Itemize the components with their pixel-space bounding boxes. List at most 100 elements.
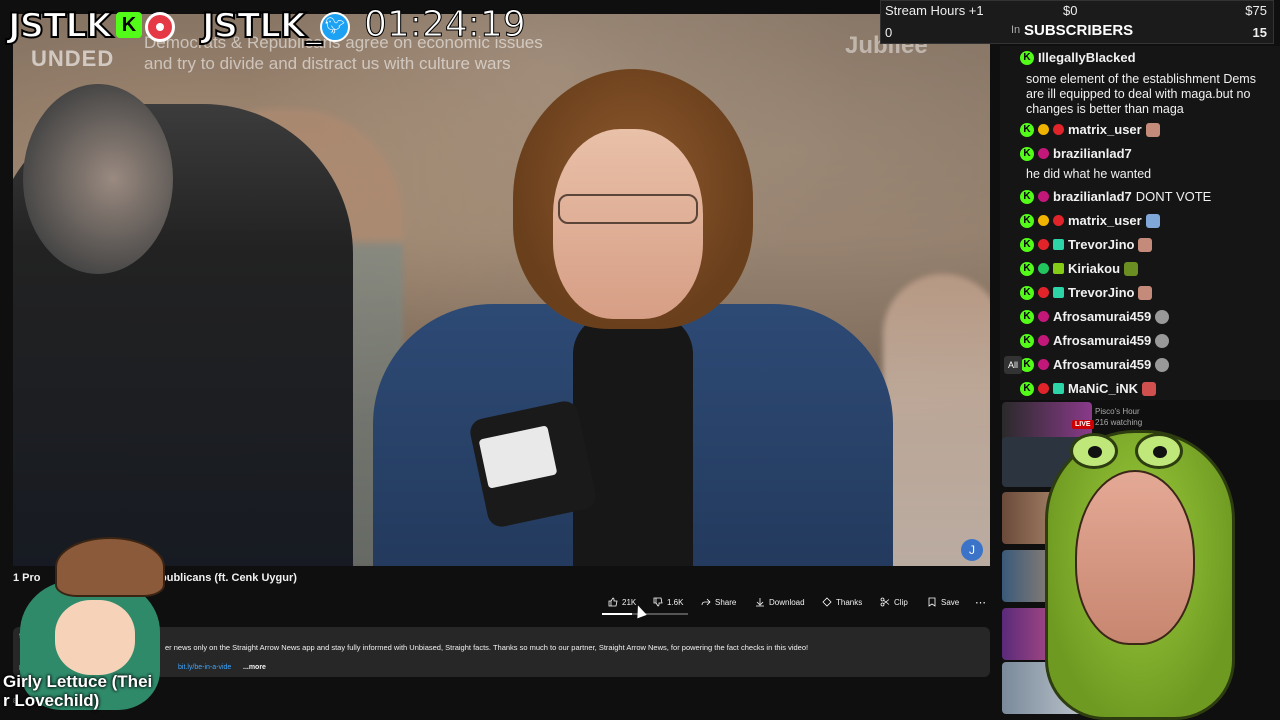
thumbs-down-icon bbox=[653, 597, 663, 607]
kick-badge-icon: K bbox=[1020, 122, 1034, 137]
kermit-right-eye bbox=[1135, 433, 1183, 469]
money-goal: $75 bbox=[1245, 3, 1267, 18]
kick-badge-icon: K bbox=[1020, 189, 1034, 204]
dislike-count: 1.6K bbox=[667, 597, 684, 607]
chat-message: K Afrosamurai459 bbox=[1020, 309, 1170, 324]
gold-badge-icon bbox=[1038, 215, 1049, 226]
video-title-start: 1 Pro bbox=[13, 572, 41, 584]
chat-username[interactable]: TrevorJino bbox=[1068, 285, 1134, 300]
kick-badge-icon: K bbox=[1020, 309, 1034, 324]
in-prefix: In bbox=[1011, 24, 1021, 36]
gold-badge-icon bbox=[1038, 124, 1049, 135]
chat-message: K TrevorJino bbox=[1020, 285, 1153, 300]
thanks-icon bbox=[822, 597, 832, 607]
chat-message: K matrix_user bbox=[1020, 213, 1160, 228]
kick-icon: K bbox=[116, 12, 142, 38]
save-button[interactable]: Save bbox=[927, 593, 959, 611]
kick-badge-icon: K bbox=[1020, 285, 1034, 300]
sidebar-video-meta[interactable]: Pisco's Hour 216 watching bbox=[1095, 406, 1142, 428]
chat-username[interactable]: Afrosamurai459 bbox=[1053, 357, 1151, 372]
chat-message: K Kiriakou bbox=[1020, 261, 1139, 276]
mouse-cursor-icon bbox=[633, 603, 647, 619]
emote-icon bbox=[1124, 261, 1139, 276]
description-text: er news only on the Straight Arrow News … bbox=[165, 643, 809, 652]
red-badge-icon bbox=[1038, 383, 1049, 394]
kermit-left-eye bbox=[1070, 433, 1118, 469]
share-icon bbox=[701, 598, 711, 606]
stream-hours-label: Stream Hours +1 bbox=[885, 3, 984, 18]
video-player[interactable]: UNDED Democrats & Republicans agree on e… bbox=[13, 14, 990, 566]
kick-badge-icon: K bbox=[1020, 213, 1034, 228]
kermit-face bbox=[1075, 470, 1195, 645]
chat-text-line: changes is better than maga bbox=[1026, 102, 1184, 116]
avatar-name-line-2: r Lovechild) bbox=[3, 691, 100, 710]
share-label: Share bbox=[715, 597, 737, 607]
chat-text-line: he did what he wanted bbox=[1026, 167, 1152, 181]
red-badge-icon bbox=[1038, 287, 1049, 298]
sidebar-video-viewers: 216 watching bbox=[1095, 418, 1143, 427]
chat-username[interactable]: IllegallyBlacked bbox=[1038, 50, 1136, 65]
speaker-glasses bbox=[558, 194, 698, 224]
description-link[interactable]: bit.ly/be-in-a-vide bbox=[178, 664, 231, 671]
thanks-button[interactable]: Thanks bbox=[822, 593, 862, 611]
pink-badge-icon bbox=[1038, 359, 1049, 370]
money-current: $0 bbox=[1063, 3, 1078, 18]
kick-badge-icon: K bbox=[1020, 50, 1034, 65]
red-badge-icon bbox=[1053, 124, 1064, 135]
chat-username[interactable]: Afrosamurai459 bbox=[1053, 333, 1151, 348]
sub-badge-icon bbox=[1053, 287, 1064, 298]
emote-icon bbox=[1142, 381, 1157, 396]
description-more-button[interactable]: ...more bbox=[243, 664, 266, 671]
brand-logo-kick: JSTLK bbox=[7, 5, 113, 47]
chat-filter-all-button[interactable]: All bbox=[1004, 356, 1022, 374]
like-count: 21K bbox=[622, 597, 637, 607]
emote-icon bbox=[1155, 309, 1170, 324]
clip-button[interactable]: Clip bbox=[880, 593, 908, 611]
share-button[interactable]: Share bbox=[701, 593, 736, 611]
lettuce-avatar-face bbox=[55, 600, 135, 675]
pink-badge-icon bbox=[1038, 148, 1049, 159]
chat-username[interactable]: TrevorJino bbox=[1068, 237, 1134, 252]
emote-icon bbox=[1145, 122, 1160, 137]
chat-username[interactable]: Afrosamurai459 bbox=[1053, 309, 1151, 324]
emote-icon bbox=[1155, 333, 1170, 348]
record-icon bbox=[145, 12, 175, 42]
chat-message: K matrix_user bbox=[1020, 122, 1160, 137]
emote-icon bbox=[1138, 237, 1153, 252]
download-button[interactable]: Download bbox=[755, 593, 805, 611]
chat-username[interactable]: MaNiC_iNK bbox=[1068, 381, 1138, 396]
kick-badge-icon: K bbox=[1020, 333, 1034, 348]
kick-badge-icon: K bbox=[1020, 237, 1034, 252]
video-channel-watermark: UNDED bbox=[31, 46, 115, 71]
clip-label: Clip bbox=[894, 597, 908, 607]
speaker-face bbox=[553, 129, 703, 319]
chat-username[interactable]: matrix_user bbox=[1068, 213, 1142, 228]
sidebar-video-title: Pisco's Hour bbox=[1095, 407, 1140, 416]
chat-message: K TrevorJino bbox=[1020, 237, 1153, 252]
interviewer-head bbox=[23, 84, 173, 274]
more-actions-button[interactable]: ⋯ bbox=[975, 593, 986, 611]
chat-text-line: some element of the establishment Dems bbox=[1026, 72, 1256, 86]
chat-username[interactable]: matrix_user bbox=[1068, 122, 1142, 137]
chat-message: K MaNiC_iNK bbox=[1020, 381, 1157, 396]
chat-username[interactable]: brazilianlad7 bbox=[1053, 189, 1132, 204]
dislike-button[interactable]: 1.6K bbox=[653, 593, 683, 611]
avatar-name-line-1: Girly Lettuce (Thei bbox=[3, 672, 153, 691]
emote-icon bbox=[1138, 285, 1153, 300]
caption-line-2: and try to divide and distract us with c… bbox=[144, 54, 511, 73]
stream-timer: 01:24:19 bbox=[364, 4, 527, 46]
bookmark-icon bbox=[928, 597, 936, 607]
red-badge-icon bbox=[1053, 215, 1064, 226]
live-badge: LIVE bbox=[1072, 420, 1094, 429]
emote-icon bbox=[1155, 357, 1170, 372]
chat-username[interactable]: brazilianlad7 bbox=[1053, 146, 1132, 161]
sub-badge-icon bbox=[1053, 239, 1064, 250]
chat-message: K Afrosamurai459 bbox=[1020, 333, 1170, 348]
chat-message: K brazilianlad7 bbox=[1020, 146, 1132, 161]
like-button[interactable]: 21K bbox=[608, 593, 636, 611]
chat-username[interactable]: Kiriakou bbox=[1068, 261, 1120, 276]
chat-message: K brazilianlad7 DONT VOTE bbox=[1020, 189, 1211, 204]
video-title-end: publicans (ft. Cenk Uygur) bbox=[160, 572, 297, 584]
avatar-name: Girly Lettuce (Thei r Lovechild) bbox=[3, 672, 152, 710]
lettuce-avatar-hat bbox=[55, 537, 165, 597]
